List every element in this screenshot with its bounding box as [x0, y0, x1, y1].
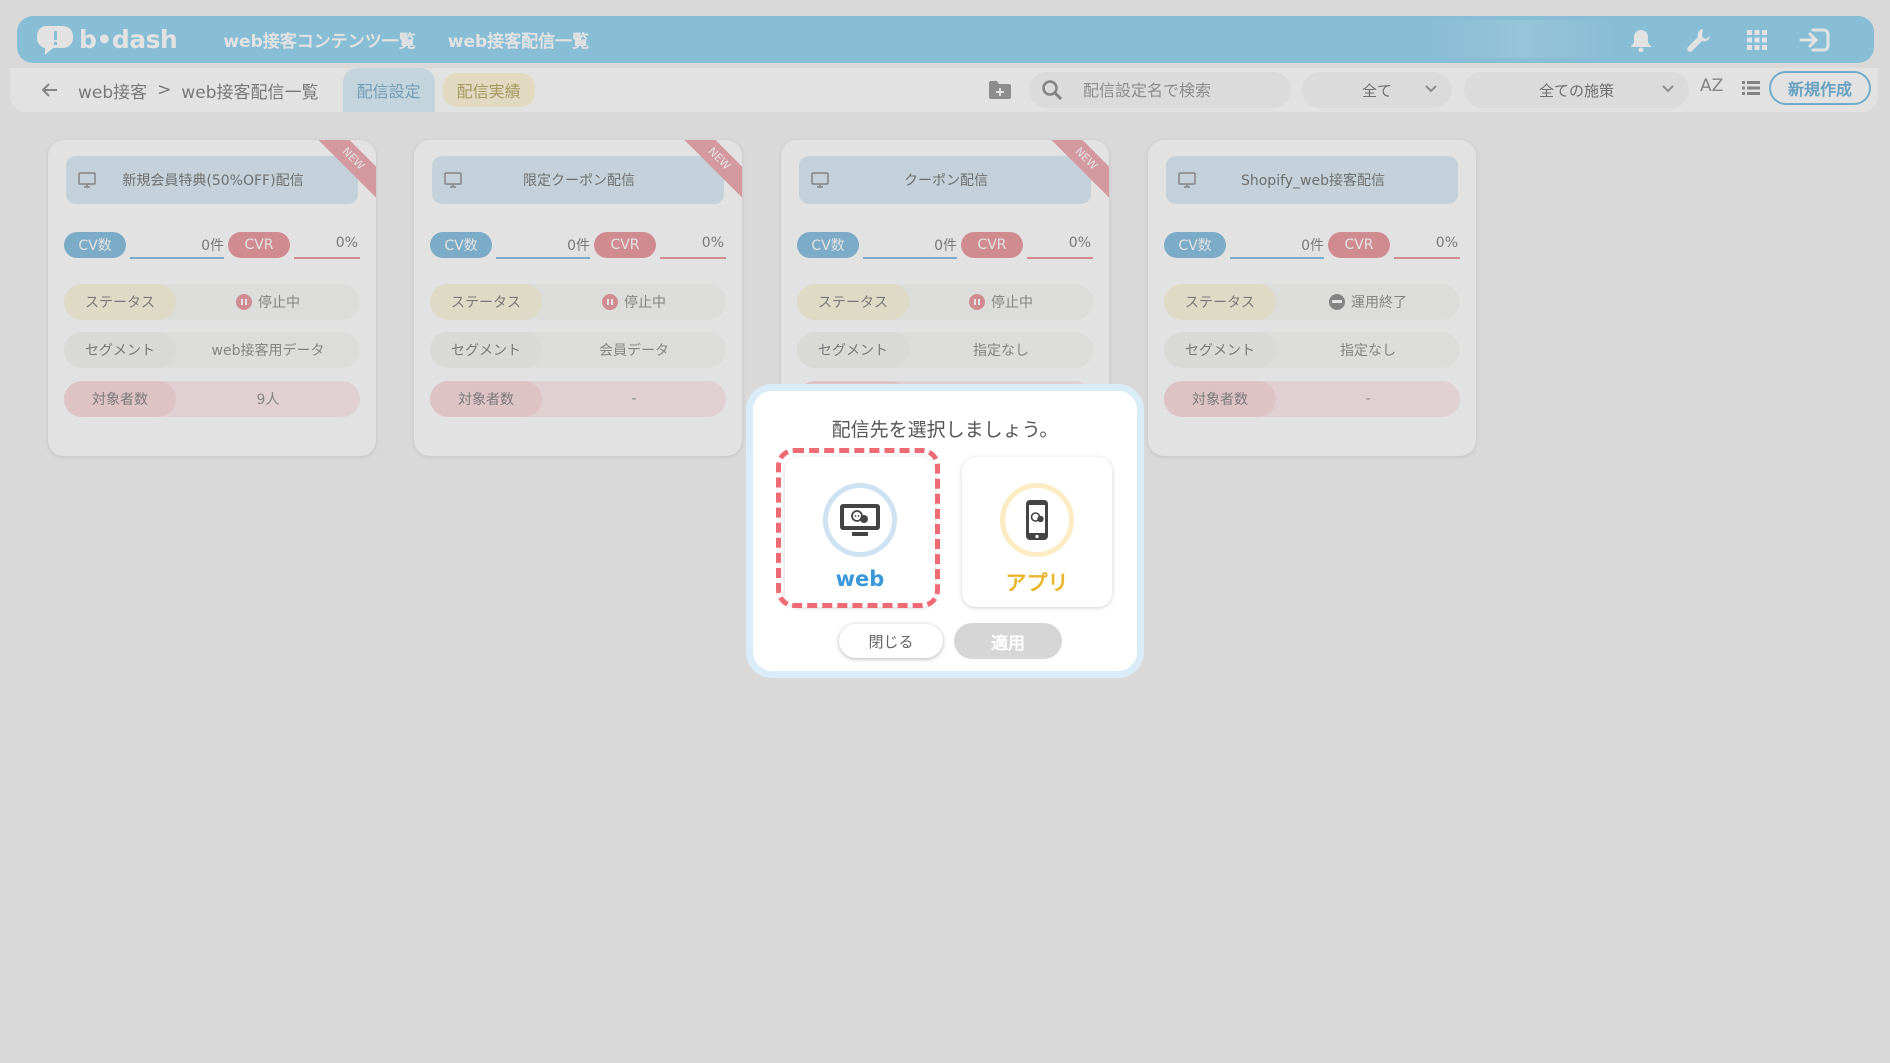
option-web[interactable]: web [785, 457, 935, 607]
monitor-chat-icon [840, 504, 880, 536]
apply-button[interactable]: 適用 [954, 623, 1062, 659]
option-app[interactable]: アプリ [962, 457, 1112, 607]
close-button[interactable]: 閉じる [839, 624, 943, 658]
destination-modal: 配信先を選択しましょう。 web アプリ 閉じる 適用 [746, 384, 1144, 678]
smartphone-chat-icon [1026, 500, 1048, 540]
web-icon-ring [823, 483, 897, 557]
option-app-label: アプリ [1005, 571, 1069, 595]
modal-title: 配信先を選択しましょう。 [831, 419, 1059, 441]
app-icon-ring [1000, 483, 1074, 557]
option-web-label: web [835, 567, 885, 591]
